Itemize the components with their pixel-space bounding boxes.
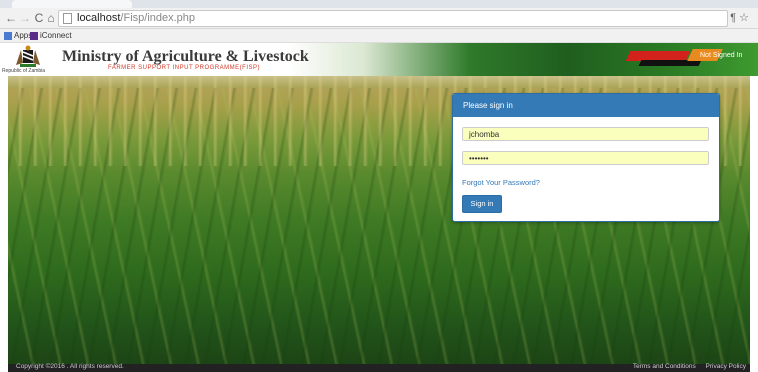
forgot-password-link[interactable]: Forgot Your Password? <box>462 178 540 187</box>
coat-of-arms-icon <box>16 45 40 67</box>
coat-caption: Republic of Zambia <box>2 68 46 74</box>
copyright-text: Copyright ©2016 . All rights reserved. <box>16 363 124 370</box>
site-footer: Copyright ©2016 . All rights reserved. T… <box>8 363 750 372</box>
browser-toolbar: ← → C ⌂ localhost/Fisp/index.php ¶☆ <box>0 8 758 29</box>
star-icon[interactable]: ☆ <box>739 12 752 24</box>
yahoo-icon <box>30 31 38 40</box>
sign-in-button[interactable]: Sign in <box>462 195 502 213</box>
privacy-link[interactable]: Privacy Policy <box>706 363 746 370</box>
ministry-title: Ministry of Agriculture & Livestock <box>62 48 309 65</box>
bookmarks-bar: Apps iConnect <box>0 29 758 43</box>
username-input[interactable]: jchomba <box>462 127 709 141</box>
apps-grid-icon <box>4 31 12 40</box>
site-header: Republic of Zambia Ministry of Agricultu… <box>0 43 758 76</box>
password-input[interactable]: ••••••• <box>462 151 709 165</box>
translate-icon[interactable]: ¶ <box>730 12 739 24</box>
browser-tab-strip <box>0 0 758 8</box>
signin-status: Not Signed In <box>700 52 743 59</box>
terms-link[interactable]: Terms and Conditions <box>633 363 696 370</box>
bookmark-apps[interactable]: Apps <box>4 31 32 40</box>
browser-tab[interactable] <box>12 0 132 8</box>
url-path: /Fisp/index.php <box>120 12 196 24</box>
bookmark-iconnect[interactable]: iConnect <box>30 31 72 40</box>
login-panel-title: Please sign in <box>453 94 719 117</box>
address-bar[interactable]: localhost/Fisp/index.php <box>58 10 728 27</box>
forward-arrow-icon[interactable]: → <box>18 11 32 25</box>
back-arrow-icon[interactable]: ← <box>4 11 18 25</box>
home-icon[interactable]: ⌂ <box>44 11 58 25</box>
bookmark-label: iConnect <box>40 31 72 40</box>
login-panel: Please sign in jchomba ••••••• Forgot Yo… <box>452 93 720 222</box>
page-icon <box>63 13 72 24</box>
programme-subtitle: FARMER SUPPORT INPUT PROGRAMME(FISP) <box>108 65 261 71</box>
url-host: localhost <box>77 12 121 24</box>
